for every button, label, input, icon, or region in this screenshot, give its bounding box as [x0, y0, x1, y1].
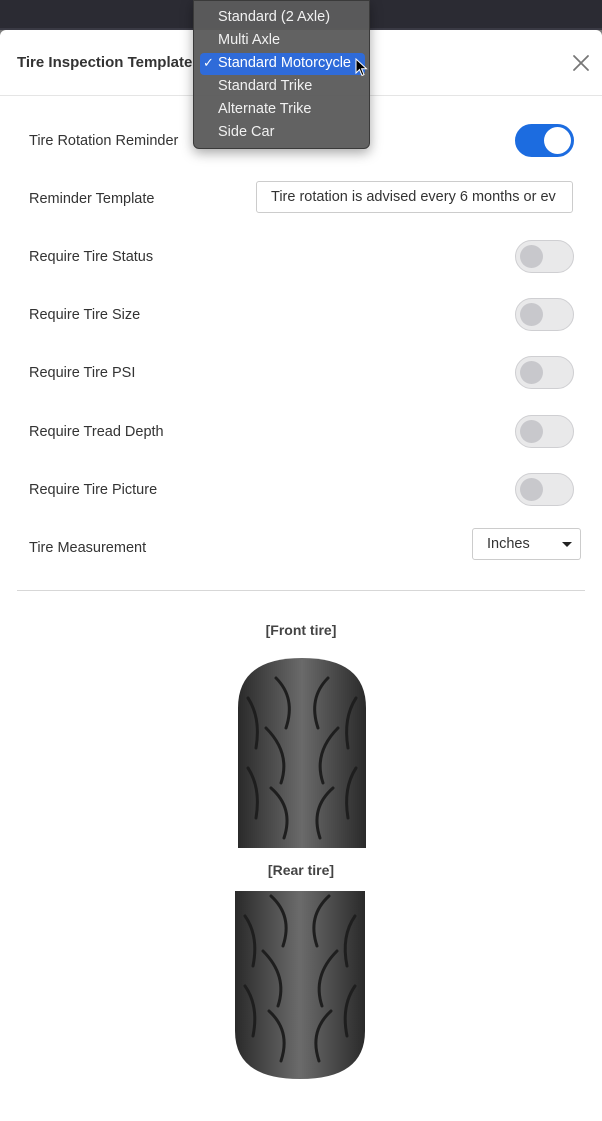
toggle-knob: [520, 361, 543, 384]
close-icon[interactable]: [570, 52, 592, 74]
setting-row-reminder-template: Reminder Template: [29, 181, 574, 216]
setting-row-require-size: Require Tire Size: [29, 298, 574, 332]
checkmark-icon: ✓: [203, 55, 214, 70]
dropdown-option-standard-motorcycle[interactable]: ✓ Standard Motorcycle: [200, 53, 365, 75]
require-picture-label: Require Tire Picture: [29, 482, 158, 498]
dropdown-option-label: Standard Motorcycle: [218, 55, 351, 71]
setting-row-measurement: Tire Measurement Inches: [29, 528, 581, 565]
dropdown-option-label: Side Car: [218, 124, 275, 140]
section-divider: [17, 590, 585, 591]
setting-row-require-tread: Require Tread Depth: [29, 415, 574, 449]
dropdown-option-standard-2-axle[interactable]: Standard (2 Axle): [200, 7, 365, 29]
measurement-value: Inches: [487, 536, 530, 552]
toggle-knob: [544, 127, 571, 154]
rear-tire-label: [Rear tire]: [267, 862, 335, 878]
setting-row-require-picture: Require Tire Picture: [29, 473, 574, 507]
dropdown-option-label: Alternate Trike: [218, 101, 312, 117]
setting-row-require-psi: Require Tire PSI: [29, 356, 574, 390]
require-size-toggle[interactable]: [515, 298, 574, 331]
setting-row-require-status: Require Tire Status: [29, 240, 574, 274]
dropdown-option-multi-axle[interactable]: Multi Axle: [200, 30, 365, 52]
reminder-template-input[interactable]: [256, 181, 573, 213]
rear-tire-image: [235, 891, 365, 1079]
rotation-reminder-label: Tire Rotation Reminder: [29, 133, 179, 149]
front-tire-image: [238, 658, 366, 848]
mouse-cursor-icon: [355, 58, 368, 77]
require-psi-label: Require Tire PSI: [29, 365, 136, 381]
dropdown-option-standard-trike[interactable]: Standard Trike: [200, 76, 365, 98]
dropdown-option-label: Multi Axle: [218, 32, 281, 48]
require-size-label: Require Tire Size: [29, 307, 141, 323]
dropdown-option-label: Standard (2 Axle): [218, 9, 331, 25]
dropdown-option-alternate-trike[interactable]: Alternate Trike: [200, 99, 365, 121]
require-tread-toggle[interactable]: [515, 415, 574, 448]
measurement-label: Tire Measurement: [29, 540, 147, 556]
modal-title: Tire Inspection Template: [17, 54, 193, 71]
toggle-knob: [520, 420, 543, 443]
dropdown-option-label: Standard Trike: [218, 78, 313, 94]
dropdown-option-side-car[interactable]: Side Car: [200, 122, 365, 144]
tire-inspection-modal: Tire Inspection Template Tire Rotation R…: [0, 30, 602, 1121]
toggle-knob: [520, 478, 543, 501]
front-tire-label: [Front tire]: [265, 622, 337, 638]
measurement-select[interactable]: Inches: [472, 528, 581, 560]
require-status-toggle[interactable]: [515, 240, 574, 273]
require-psi-toggle[interactable]: [515, 356, 574, 389]
require-tread-label: Require Tread Depth: [29, 424, 164, 440]
vehicle-type-dropdown: Standard (2 Axle) Multi Axle ✓ Standard …: [193, 0, 370, 149]
require-status-label: Require Tire Status: [29, 249, 154, 265]
reminder-template-label: Reminder Template: [29, 191, 155, 207]
toggle-knob: [520, 245, 543, 268]
require-picture-toggle[interactable]: [515, 473, 574, 506]
rotation-reminder-toggle[interactable]: [515, 124, 574, 157]
caret-down-icon: [562, 542, 572, 547]
toggle-knob: [520, 303, 543, 326]
